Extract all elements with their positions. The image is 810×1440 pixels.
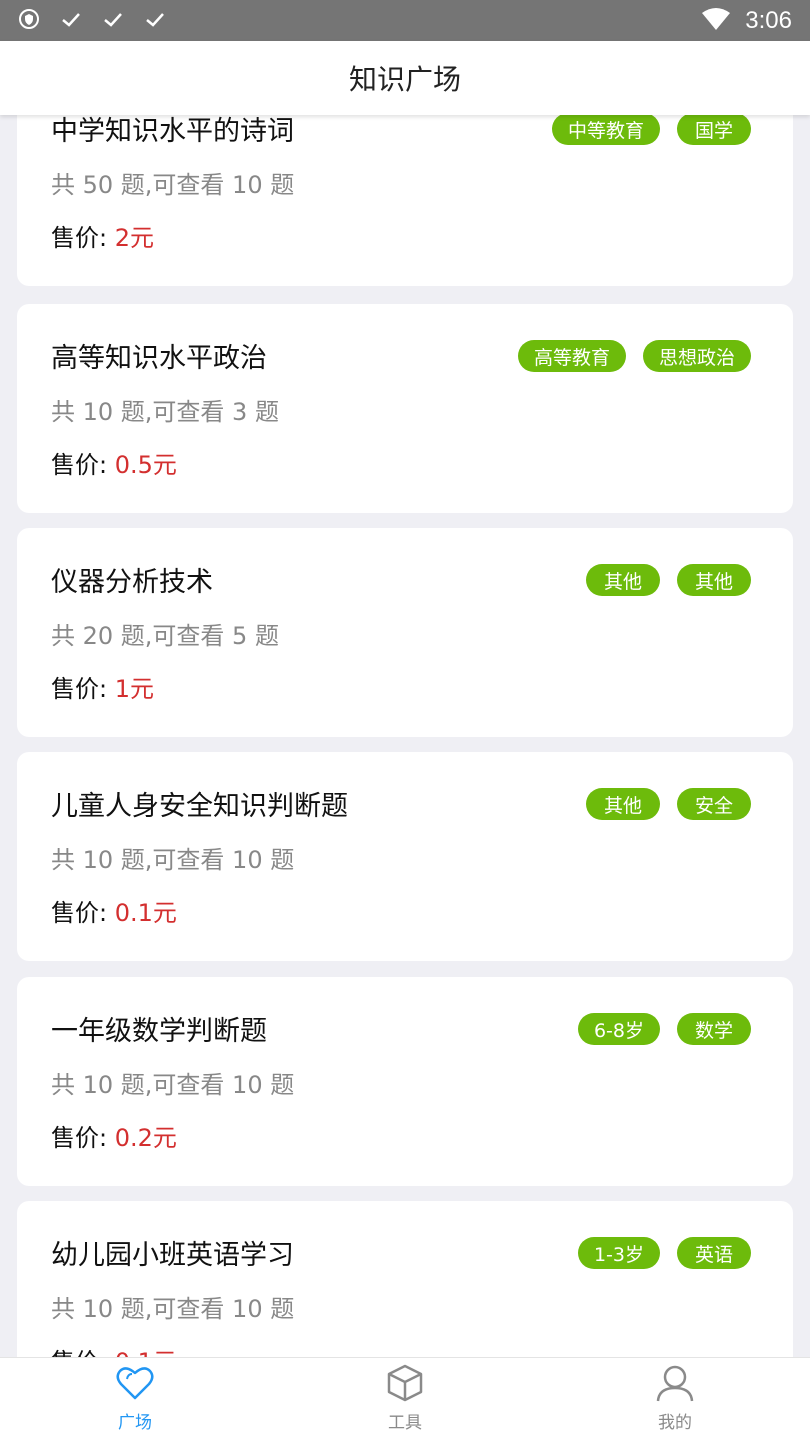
status-bar: 3:06 <box>0 0 810 41</box>
price-row: 售价: 2元 <box>51 218 154 253</box>
nav-item-tools[interactable]: 工具 <box>270 1358 540 1440</box>
price-label: 售价: <box>51 675 108 703</box>
tag-badge: 其他 <box>586 564 660 596</box>
price-row: 售价: 0.1元 <box>51 1342 177 1357</box>
list-item[interactable]: 一年级数学判断题 6-8岁 数学 共 10 题,可查看 10 题 售价: 0.2… <box>17 977 793 1186</box>
tag-badge: 安全 <box>677 788 751 820</box>
page-title: 知识广场 <box>348 63 461 96</box>
list-item[interactable]: 中学知识水平的诗词 中等教育 国学 共 50 题,可查看 10 题 售价: 2元 <box>17 115 793 286</box>
nav-label: 广场 <box>118 1413 152 1433</box>
list-item[interactable]: 幼儿园小班英语学习 1-3岁 英语 共 10 题,可查看 10 题 售价: 0.… <box>17 1201 793 1357</box>
tag-badge: 思想政治 <box>642 340 751 372</box>
price-label: 售价: <box>51 1124 108 1152</box>
question-count: 共 10 题,可查看 10 题 <box>51 846 295 874</box>
wifi-icon <box>701 7 731 35</box>
card-title: 中学知识水平的诗词 <box>51 116 294 147</box>
tag-badge: 高等教育 <box>517 340 626 372</box>
nav-label: 我的 <box>658 1413 692 1433</box>
tag-badge: 中等教育 <box>551 115 660 145</box>
price-label: 售价: <box>51 451 108 479</box>
price-label: 售价: <box>51 899 108 927</box>
list-item[interactable]: 仪器分析技术 其他 其他 共 20 题,可查看 5 题 售价: 1元 <box>17 528 793 737</box>
card-title: 仪器分析技术 <box>51 567 213 598</box>
app-header: 知识广场 <box>0 41 810 115</box>
price-row: 售价: 0.2元 <box>51 1118 177 1153</box>
check-icon <box>60 8 82 34</box>
price-label: 售价: <box>51 224 108 252</box>
price-label: 售价: <box>51 1348 107 1357</box>
card-title: 儿童人身安全知识判断题 <box>51 791 348 822</box>
shield-icon <box>18 8 40 34</box>
price-value: 0.1元 <box>115 1348 177 1357</box>
card-title: 幼儿园小班英语学习 <box>51 1240 294 1271</box>
card-list[interactable]: 中学知识水平的诗词 中等教育 国学 共 50 题,可查看 10 题 售价: 2元… <box>0 115 810 1357</box>
price-value: 0.5元 <box>114 451 177 479</box>
question-count: 共 50 题,可查看 10 题 <box>51 171 295 199</box>
cube-icon <box>385 1364 425 1406</box>
price-row: 售价: 0.1元 <box>51 893 177 928</box>
check-icon <box>102 8 124 34</box>
tag-badge: 英语 <box>677 1237 751 1269</box>
price-value: 1元 <box>114 675 155 703</box>
nav-item-mine[interactable]: 我的 <box>540 1358 810 1440</box>
list-item[interactable]: 高等知识水平政治 高等教育 思想政治 共 10 题,可查看 3 题 售价: 0.… <box>17 304 793 513</box>
heart-icon <box>115 1364 155 1406</box>
nav-item-square[interactable]: 广场 <box>0 1358 270 1440</box>
check-icon <box>144 8 166 34</box>
tag-badge: 数学 <box>677 1013 751 1045</box>
bottom-nav: 广场 工具 我的 <box>0 1357 810 1440</box>
tag-badge: 6-8岁 <box>577 1013 660 1045</box>
status-time: 3:06 <box>745 6 792 34</box>
question-count: 共 10 题,可查看 10 题 <box>51 1071 295 1099</box>
question-count: 共 20 题,可查看 5 题 <box>51 622 279 650</box>
price-value: 2元 <box>114 224 155 252</box>
tag-badge: 1-3岁 <box>577 1237 660 1269</box>
tag-badge: 国学 <box>677 115 751 145</box>
user-icon <box>655 1364 695 1406</box>
price-row: 售价: 1元 <box>51 669 154 704</box>
notification-icons <box>18 8 166 34</box>
card-title: 高等知识水平政治 <box>51 343 267 374</box>
price-value: 0.2元 <box>114 1124 177 1152</box>
question-count: 共 10 题,可查看 3 题 <box>51 398 279 426</box>
tag-badge: 其他 <box>586 788 660 820</box>
price-row: 售价: 0.5元 <box>51 445 177 480</box>
tag-badge: 其他 <box>677 564 751 596</box>
nav-label: 工具 <box>388 1413 422 1433</box>
card-title: 一年级数学判断题 <box>51 1016 267 1047</box>
price-value: 0.1元 <box>114 899 177 927</box>
question-count: 共 10 题,可查看 10 题 <box>51 1295 295 1323</box>
list-item[interactable]: 儿童人身安全知识判断题 其他 安全 共 10 题,可查看 10 题 售价: 0.… <box>17 752 793 961</box>
